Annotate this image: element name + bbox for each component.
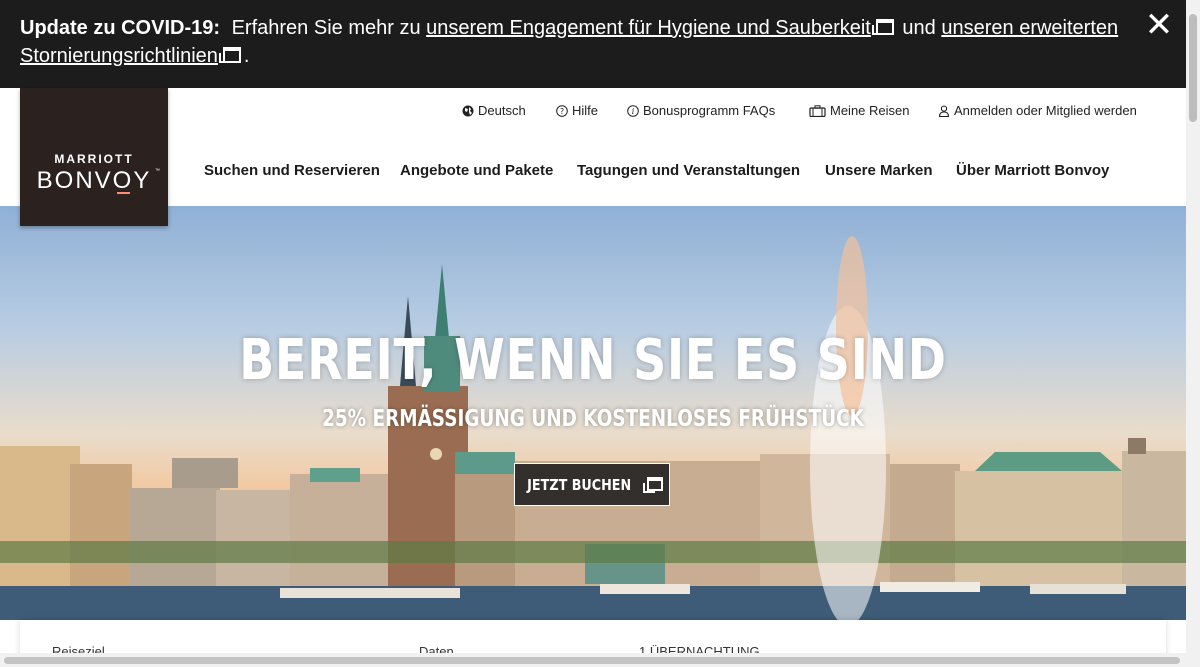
book-now-button[interactable]: JETZT BUCHEN <box>514 463 670 506</box>
hero-title: BEREIT, WENN SIE ES SIND <box>239 328 947 393</box>
utility-my-trips[interactable]: Meine Reisen <box>809 103 910 121</box>
book-now-label: JETZT BUCHEN <box>527 476 632 494</box>
user-icon <box>938 105 950 117</box>
nav-search-reserve[interactable]: Suchen und Reservieren <box>204 161 380 181</box>
nav-about-bonvoy[interactable]: Über Marriott Bonvoy <box>956 161 1109 181</box>
vertical-scrollbar-thumb[interactable] <box>1189 14 1197 122</box>
external-link-icon <box>642 477 663 493</box>
info-icon: i <box>627 105 639 117</box>
hero-banner: BEREIT, WENN SIE ES SIND 25% ERMÄSSIGUNG… <box>0 206 1186 620</box>
nav-meetings-events[interactable]: Tagungen und Veranstaltungen <box>577 161 800 181</box>
logo-accent <box>117 192 130 194</box>
svg-text:i: i <box>632 107 635 116</box>
logo-line2: BONVOY <box>36 167 152 194</box>
utility-language[interactable]: Deutsch <box>462 103 526 121</box>
globe-icon <box>462 105 474 117</box>
utility-my-trips-label: Meine Reisen <box>830 103 910 118</box>
horizontal-scrollbar-thumb[interactable] <box>4 657 1180 664</box>
logo-line1: MARRIOTT <box>54 152 134 166</box>
utility-sign-in[interactable]: Anmelden oder Mitglied werden <box>938 103 1137 121</box>
hygiene-link-label: unserem Engagement für Hygiene und Saube… <box>426 17 871 39</box>
external-link-icon <box>871 19 894 35</box>
utility-faq-label: Bonusprogramm FAQs <box>643 103 776 118</box>
logo-trademark: ™ <box>155 168 160 174</box>
covid-banner-title: Update zu COVID-19: <box>20 17 221 39</box>
utility-help-label: Hilfe <box>572 103 599 118</box>
covid-banner: Update zu COVID-19: Erfahren Sie mehr zu… <box>0 0 1186 88</box>
covid-banner-text-middle: und <box>902 17 936 39</box>
close-icon[interactable]: ✕ <box>1144 8 1174 42</box>
utility-faq[interactable]: i Bonusprogramm FAQs <box>627 103 775 121</box>
marriott-bonvoy-logo[interactable]: MARRIOTT BONVOY ™ <box>20 88 168 226</box>
covid-banner-text-end: . <box>243 45 250 67</box>
external-link-icon <box>218 47 241 63</box>
nav-our-brands[interactable]: Unsere Marken <box>825 161 933 181</box>
covid-banner-text: Update zu COVID-19: Erfahren Sie mehr zu… <box>20 14 1130 70</box>
utility-sign-in-label: Anmelden oder Mitglied werden <box>954 103 1137 118</box>
svg-text:?: ? <box>560 107 564 116</box>
nav-offers-packages[interactable]: Angebote und Pakete <box>400 161 553 181</box>
hero-subtitle: 25% ERMÄSSIGUNG UND KOSTENLOSES FRÜHSTÜC… <box>322 406 864 432</box>
utility-help[interactable]: ? Hilfe <box>556 103 598 121</box>
suitcase-icon <box>809 105 826 117</box>
utility-language-label: Deutsch <box>478 103 526 118</box>
covid-banner-text-before: Erfahren Sie mehr zu <box>231 17 421 39</box>
help-icon: ? <box>556 105 568 117</box>
hygiene-link[interactable]: unserem Engagement für Hygiene und Saube… <box>426 17 871 39</box>
